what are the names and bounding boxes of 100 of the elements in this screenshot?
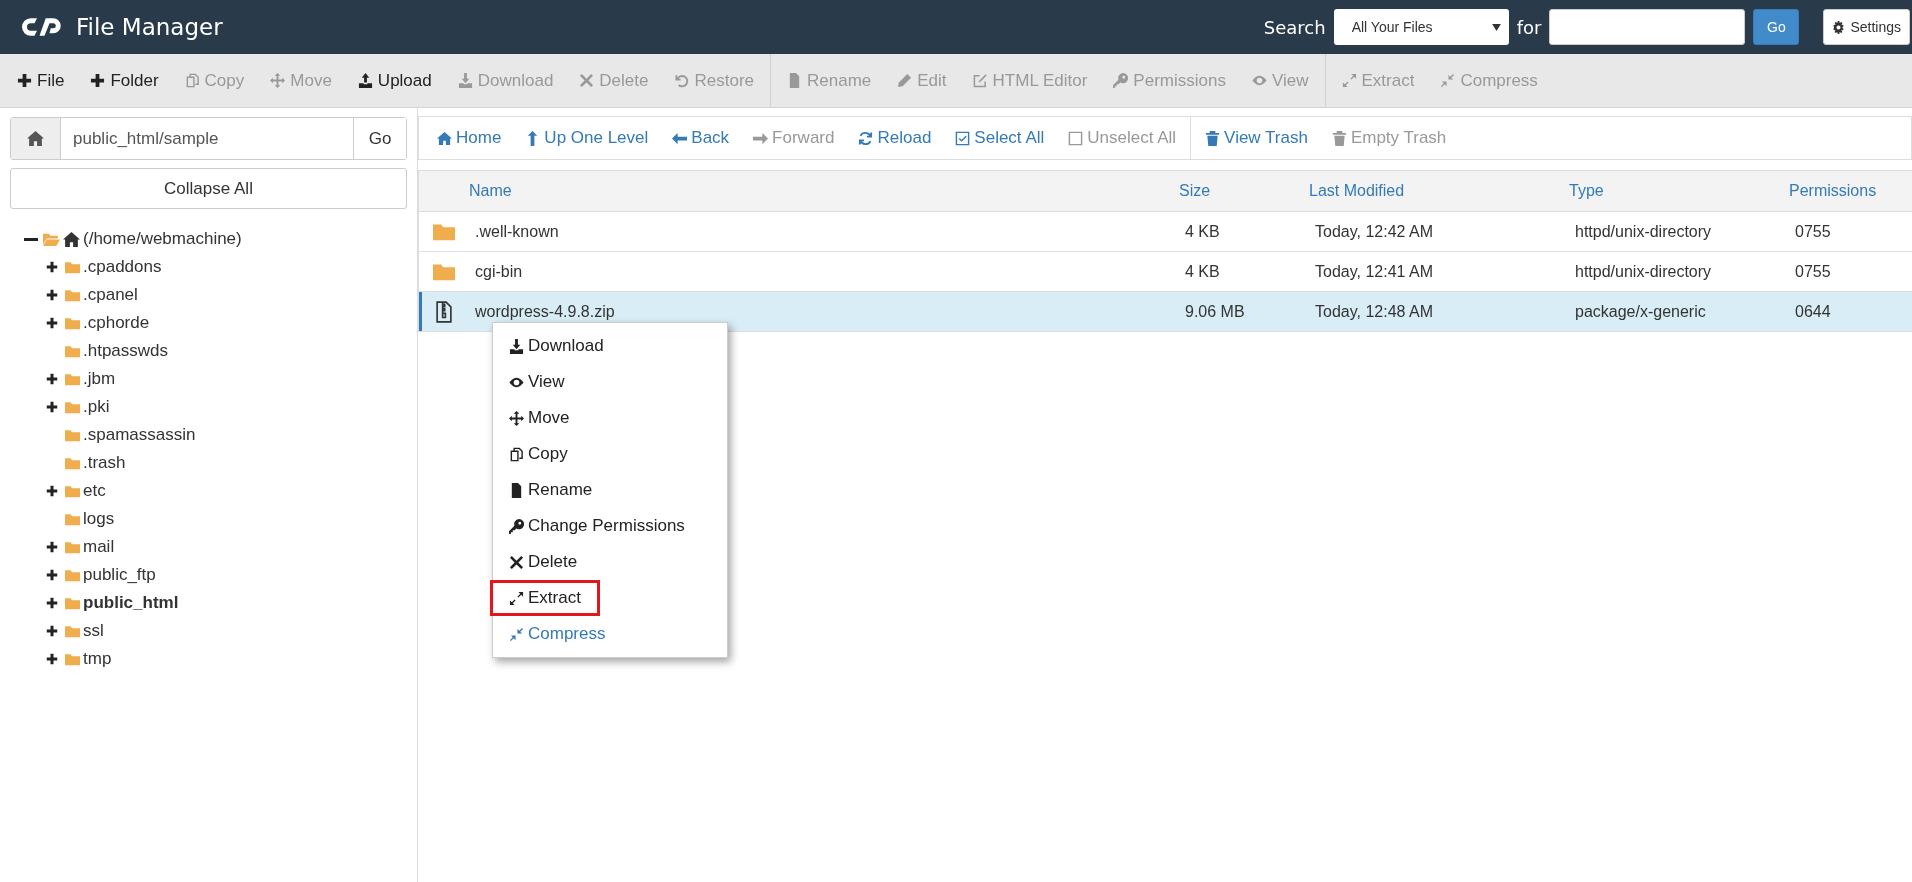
collapse-all-button[interactable]: Collapse All xyxy=(10,168,407,209)
menu-item[interactable]: Move xyxy=(490,400,583,436)
settings-button[interactable]: Settings xyxy=(1823,9,1910,45)
table-cell-text: httpd/unix-directory xyxy=(1574,262,1713,281)
search-field[interactable] xyxy=(1549,9,1746,45)
eye-icon xyxy=(1251,73,1267,88)
toolbar-button[interactable]: Folder xyxy=(77,64,172,97)
move-arrows-icon xyxy=(509,410,524,426)
column-header[interactable]: Name xyxy=(469,182,1179,200)
trash-icon xyxy=(1331,130,1347,146)
settings-icon xyxy=(1832,20,1846,34)
compress-arrows-icon xyxy=(509,626,524,642)
nav-button[interactable]: Back xyxy=(660,124,742,152)
tree-item[interactable]: (/home/webmachine) xyxy=(83,229,242,249)
edit-icon xyxy=(972,73,988,88)
plus-icon xyxy=(46,317,58,329)
folder-icon xyxy=(65,623,80,639)
search-label: Search xyxy=(1263,16,1326,38)
tree-item[interactable]: .cpaddons xyxy=(83,257,162,277)
tree-item[interactable]: public_html xyxy=(83,593,179,613)
menu-item[interactable]: Rename xyxy=(490,472,606,508)
trash-icon xyxy=(1205,130,1221,146)
file-row[interactable]: wordpress-4.9.8.zip 9.06 MB Today, 12:48 AM package/x-generic 0644 xyxy=(419,292,1912,332)
menu-item[interactable]: Extract xyxy=(490,580,600,616)
plus-icon xyxy=(17,73,32,88)
table-cell-text: 9.06 MB xyxy=(1184,302,1246,321)
table-cell-text: Today, 12:42 AM xyxy=(1314,222,1434,241)
table-cell-text: httpd/unix-directory xyxy=(1574,222,1713,241)
menu-item[interactable]: Change Permissions xyxy=(490,508,698,544)
path-go-button[interactable]: Go xyxy=(353,118,406,159)
copy-icon xyxy=(509,446,524,462)
folder-icon xyxy=(65,511,80,527)
column-header[interactable]: Permissions xyxy=(1789,182,1912,200)
tree-item[interactable]: public_ftp xyxy=(83,565,156,585)
plus-icon xyxy=(46,653,58,665)
expand-arrows-icon xyxy=(1341,73,1357,88)
tree-item[interactable]: .htpasswds xyxy=(83,341,169,361)
plus-icon xyxy=(46,625,58,637)
folder-icon xyxy=(65,427,80,443)
tree-item[interactable]: mail xyxy=(83,537,115,557)
plus-icon xyxy=(46,569,58,581)
table-cell-text: 0755 xyxy=(1794,222,1832,241)
nav-button[interactable]: Reload xyxy=(846,124,944,152)
menu-item[interactable]: View xyxy=(490,364,578,400)
folder-icon xyxy=(65,539,80,555)
tree-item[interactable]: .cphorde xyxy=(83,313,150,333)
table-cell-text: 0644 xyxy=(1794,302,1832,321)
tree-item[interactable]: logs xyxy=(83,509,115,529)
minus-icon xyxy=(24,237,38,241)
menu-item[interactable]: Copy xyxy=(490,436,581,472)
refresh-icon xyxy=(858,130,874,146)
compress-arrows-icon xyxy=(1440,73,1456,88)
home-icon xyxy=(437,130,452,146)
menu-item[interactable]: Delete xyxy=(490,544,591,580)
home-button[interactable] xyxy=(11,118,61,159)
app-title: File Manager xyxy=(76,14,223,40)
key-icon xyxy=(1113,73,1129,88)
folder-icon xyxy=(65,595,80,611)
toolbar-button[interactable]: File xyxy=(4,64,78,97)
upload-icon xyxy=(357,73,373,88)
menu-item[interactable]: Compress xyxy=(490,616,619,652)
checkbox-icon xyxy=(1068,130,1084,146)
nav-button[interactable]: View Trash xyxy=(1193,124,1320,152)
path-field[interactable]: public_html/sample Go xyxy=(10,117,407,160)
scope-dropdown[interactable]: All Your Files xyxy=(1333,9,1509,45)
tree-item[interactable]: .trash xyxy=(83,453,126,473)
tree-item[interactable]: .jbm xyxy=(83,369,116,389)
plus-icon xyxy=(46,289,58,301)
plus-icon xyxy=(46,261,58,273)
table-cell-text: 0755 xyxy=(1794,262,1832,281)
folder-icon xyxy=(65,287,80,303)
column-header[interactable]: Last Modified xyxy=(1309,182,1569,200)
table-cell-text: Today, 12:48 AM xyxy=(1314,302,1434,321)
folder-icon xyxy=(65,483,80,499)
pencil-icon xyxy=(897,73,913,88)
tree-item[interactable]: .spamassassin xyxy=(83,425,196,445)
tree-item[interactable]: etc xyxy=(83,481,106,501)
tree-item[interactable]: .cpanel xyxy=(83,285,138,305)
arrow-left-icon xyxy=(672,130,688,146)
for-label: for xyxy=(1516,16,1542,38)
nav-button[interactable]: Select All xyxy=(943,124,1057,152)
home-icon xyxy=(27,130,44,147)
tree-toggle[interactable] xyxy=(24,237,40,241)
column-header[interactable]: Type xyxy=(1569,182,1789,200)
toolbar-button[interactable]: Upload xyxy=(344,64,445,97)
table-cell-text: wordpress-4.9.8.zip xyxy=(474,302,616,321)
nav-button[interactable]: Home xyxy=(425,124,514,152)
plus-icon xyxy=(46,541,58,553)
search-go-button[interactable]: Go xyxy=(1753,9,1800,45)
plus-icon xyxy=(90,73,106,88)
nav-button[interactable]: Up One Level xyxy=(513,124,661,152)
plus-icon xyxy=(46,597,58,609)
expand-arrows-icon xyxy=(509,590,524,606)
folder-icon xyxy=(65,343,80,359)
column-header[interactable]: Size xyxy=(1179,182,1309,200)
tree-item[interactable]: ssl xyxy=(83,621,104,641)
tree-item[interactable]: tmp xyxy=(83,649,112,669)
tree-item[interactable]: .pki xyxy=(83,397,110,417)
x-mark-icon xyxy=(509,554,524,570)
undo-icon xyxy=(674,73,690,88)
